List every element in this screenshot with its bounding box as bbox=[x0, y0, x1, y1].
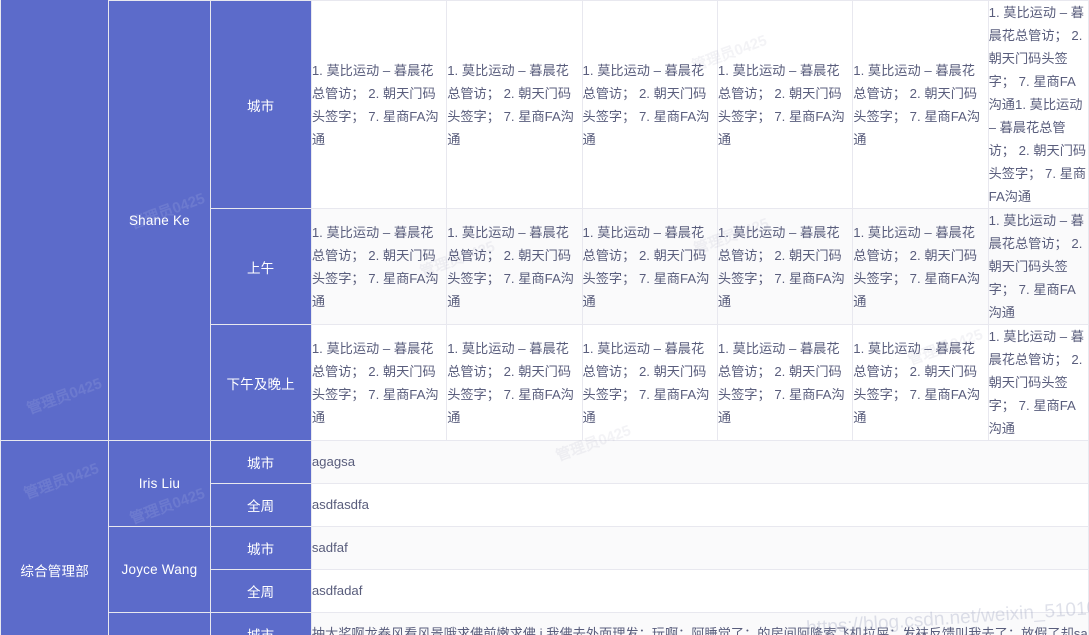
dept-cell-general-management[interactable]: 综合管理部 bbox=[0, 440, 110, 635]
note-cell[interactable]: asdfadaf bbox=[310, 569, 1089, 613]
task-cell[interactable]: 1. 莫比运动 – 暮晨花总管访； 2. 朝天门码头签字； 7. 星商FA沟通 bbox=[716, 208, 854, 325]
task-cell[interactable]: 1. 莫比运动 – 暮晨花总管访； 2. 朝天门码头签字； 7. 星商FA沟通 bbox=[852, 324, 989, 441]
task-cell[interactable]: 1. 莫比运动 – 暮晨花总管访； 2. 朝天门码头签字； 7. 星商FA沟通 bbox=[581, 0, 718, 209]
slot-cell-city[interactable]: 城市 bbox=[209, 612, 312, 635]
note-cell[interactable]: 抽大奖啊龙卷风看风景哦求佛前嫩求佛 i 我佛去外面理发；玩啊；阿睡觉了；的房间阿… bbox=[310, 612, 1089, 635]
schedule-table: Shane Ke 城市 1. 莫比运动 – 暮晨花总管访； 2. 朝天门码头签字… bbox=[0, 0, 1089, 635]
note-cell[interactable]: asdfasdfa bbox=[310, 483, 1089, 527]
task-cell[interactable]: 1. 莫比运动 – 暮晨花总管访； 2. 朝天门码头签字； 7. 星商FA沟通 bbox=[310, 0, 448, 209]
table-row[interactable]: Joyce Wang 城市 sadfaf bbox=[1, 526, 1089, 613]
person-cell-shane-ke[interactable]: Shane Ke bbox=[108, 0, 211, 441]
task-cell[interactable]: 1. 莫比运动 – 暮晨花总管访； 2. 朝天门码头签字； 7. 星商FA沟通 bbox=[852, 208, 989, 325]
task-cell[interactable]: 1. 莫比运动 – 暮晨花总管访； 2. 朝天门码头签字； 7. 星商FA沟通 bbox=[716, 0, 854, 209]
dept-cell-shane-group[interactable] bbox=[0, 0, 110, 441]
person-cell-joyce-wang[interactable]: Joyce Wang bbox=[108, 526, 211, 613]
task-cell[interactable]: 1. 莫比运动 – 暮晨花总管访； 2. 朝天门码头签字； 7. 星商FA沟通 bbox=[310, 324, 448, 441]
note-cell[interactable]: agagsa bbox=[310, 440, 1089, 484]
task-cell[interactable]: 1. 莫比运动 – 暮晨花总管访； 2. 朝天门码头签字； 7. 星商FA沟通 bbox=[446, 324, 583, 441]
task-cell[interactable]: 1. 莫比运动 – 暮晨花总管访； 2. 朝天门码头签字； 7. 星商FA沟通 bbox=[987, 324, 1089, 441]
task-cell[interactable]: 1. 莫比运动 – 暮晨花总管访； 2. 朝天门码头签字； 7. 星商FA沟通 bbox=[446, 208, 583, 325]
task-cell[interactable]: 1. 莫比运动 – 暮晨花总管访； 2. 朝天门码头签字； 7. 星商FA沟通1… bbox=[987, 0, 1089, 209]
slot-cell-full-week[interactable]: 全周 bbox=[209, 483, 312, 527]
slot-cell-city[interactable]: 城市 bbox=[209, 0, 312, 209]
schedule-table-screen: Shane Ke 城市 1. 莫比运动 – 暮晨花总管访； 2. 朝天门码头签字… bbox=[0, 0, 1089, 635]
note-cell[interactable]: sadfaf bbox=[310, 526, 1089, 570]
slot-cell-afternoon-evening[interactable]: 下午及晚上 bbox=[209, 324, 312, 441]
person-cell-iris-liu[interactable]: Iris Liu bbox=[108, 440, 211, 527]
task-cell[interactable]: 1. 莫比运动 – 暮晨花总管访； 2. 朝天门码头签字； 7. 星商FA沟通 bbox=[852, 0, 989, 209]
task-cell[interactable]: 1. 莫比运动 – 暮晨花总管访； 2. 朝天门码头签字； 7. 星商FA沟通 bbox=[446, 0, 583, 209]
slot-cell-city[interactable]: 城市 bbox=[209, 526, 312, 570]
slot-cell-morning[interactable]: 上午 bbox=[209, 208, 312, 325]
person-cell-lisa-yang[interactable]: Lisa Yang bbox=[108, 612, 211, 635]
task-cell[interactable]: 1. 莫比运动 – 暮晨花总管访； 2. 朝天门码头签字； 7. 星商FA沟通 bbox=[310, 208, 448, 325]
slot-cell-full-week[interactable]: 全周 bbox=[209, 569, 312, 613]
task-cell[interactable]: 1. 莫比运动 – 暮晨花总管访； 2. 朝天门码头签字； 7. 星商FA沟通 bbox=[581, 208, 718, 325]
task-cell[interactable]: 1. 莫比运动 – 暮晨花总管访； 2. 朝天门码头签字； 7. 星商FA沟通 bbox=[581, 324, 718, 441]
slot-cell-city[interactable]: 城市 bbox=[209, 440, 312, 484]
task-cell[interactable]: 1. 莫比运动 – 暮晨花总管访； 2. 朝天门码头签字； 7. 星商FA沟通 bbox=[987, 208, 1089, 325]
task-cell[interactable]: 1. 莫比运动 – 暮晨花总管访； 2. 朝天门码头签字； 7. 星商FA沟通 bbox=[716, 324, 854, 441]
table-row[interactable]: Shane Ke 城市 1. 莫比运动 – 暮晨花总管访； 2. 朝天门码头签字… bbox=[1, 0, 1089, 441]
table-row[interactable]: 综合管理部 Iris Liu 城市 agagsa bbox=[0, 440, 1089, 635]
table-row[interactable]: Lisa Yang 城市 抽大奖啊龙卷风看风景哦求佛前嫩求佛 i 我佛去外面理发… bbox=[1, 612, 1089, 635]
